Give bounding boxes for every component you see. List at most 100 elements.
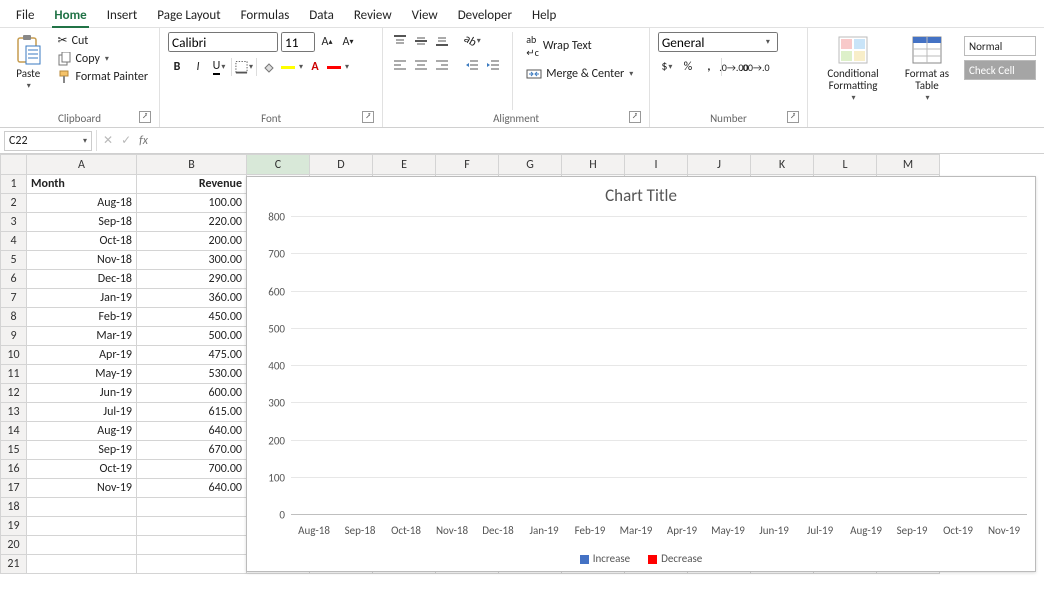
cell-A10[interactable]: Apr-19 xyxy=(27,346,137,365)
cell-B3[interactable]: 220.00 xyxy=(137,213,247,232)
cell-A17[interactable]: Nov-19 xyxy=(27,479,137,498)
increase-indent-button[interactable] xyxy=(484,56,502,74)
cell-B8[interactable]: 450.00 xyxy=(137,308,247,327)
row-header-6[interactable]: 6 xyxy=(1,270,27,289)
menu-tab-formulas[interactable]: Formulas xyxy=(231,4,300,27)
legend-increase[interactable]: Increase xyxy=(580,552,630,565)
row-header-17[interactable]: 17 xyxy=(1,479,27,498)
legend-decrease[interactable]: Decrease xyxy=(648,552,702,565)
cell-A15[interactable]: Sep-19 xyxy=(27,441,137,460)
align-top-button[interactable] xyxy=(391,32,409,50)
cell-A14[interactable]: Aug-19 xyxy=(27,422,137,441)
cell-B9[interactable]: 500.00 xyxy=(137,327,247,346)
row-header-11[interactable]: 11 xyxy=(1,365,27,384)
orientation-button[interactable]: ab▾ xyxy=(463,32,481,50)
cell-A7[interactable]: Jan-19 xyxy=(27,289,137,308)
cell-B11[interactable]: 530.00 xyxy=(137,365,247,384)
cell-A20[interactable] xyxy=(27,536,137,555)
dialog-launcher-icon[interactable]: ⭷ xyxy=(629,111,641,123)
align-center-button[interactable] xyxy=(412,56,430,74)
row-header-16[interactable]: 16 xyxy=(1,460,27,479)
menu-tab-data[interactable]: Data xyxy=(299,4,344,27)
cell-A11[interactable]: May-19 xyxy=(27,365,137,384)
cell-B6[interactable]: 290.00 xyxy=(137,270,247,289)
bold-button[interactable]: B xyxy=(168,58,186,76)
cell-B18[interactable] xyxy=(137,498,247,517)
chart-title[interactable]: Chart Title xyxy=(247,177,1035,208)
copy-button[interactable]: Copy ▾ xyxy=(55,51,152,67)
decrease-font-button[interactable]: A▾ xyxy=(339,33,357,51)
font-color-dd[interactable]: ▾ xyxy=(345,62,349,72)
menu-tab-page-layout[interactable]: Page Layout xyxy=(147,4,230,27)
col-header-F[interactable]: F xyxy=(436,155,499,175)
font-size-combo[interactable] xyxy=(281,32,315,52)
enter-formula-icon[interactable]: ✓ xyxy=(121,133,131,148)
row-header-15[interactable]: 15 xyxy=(1,441,27,460)
cell-B16[interactable]: 700.00 xyxy=(137,460,247,479)
cell-B1[interactable]: Revenue xyxy=(137,175,247,194)
cell-B15[interactable]: 670.00 xyxy=(137,441,247,460)
italic-button[interactable]: I xyxy=(189,58,207,76)
align-middle-button[interactable] xyxy=(412,32,430,50)
col-header-M[interactable]: M xyxy=(877,155,940,175)
col-header-L[interactable]: L xyxy=(814,155,877,175)
row-header-5[interactable]: 5 xyxy=(1,251,27,270)
cell-A6[interactable]: Dec-18 xyxy=(27,270,137,289)
cell-A13[interactable]: Jul-19 xyxy=(27,403,137,422)
borders-button[interactable]: ▾ xyxy=(235,58,253,76)
col-header-B[interactable]: B xyxy=(137,155,247,175)
increase-font-button[interactable]: A▴ xyxy=(318,33,336,51)
row-header-19[interactable]: 19 xyxy=(1,517,27,536)
fill-color-dd[interactable]: ▾ xyxy=(299,62,303,72)
font-color-button[interactable]: A xyxy=(306,58,324,76)
dialog-launcher-icon[interactable]: ⭷ xyxy=(362,111,374,123)
cell-A9[interactable]: Mar-19 xyxy=(27,327,137,346)
cell-B13[interactable]: 615.00 xyxy=(137,403,247,422)
menu-tab-help[interactable]: Help xyxy=(522,4,566,27)
align-right-button[interactable] xyxy=(433,56,451,74)
cell-A21[interactable] xyxy=(27,555,137,574)
row-header-7[interactable]: 7 xyxy=(1,289,27,308)
cut-button[interactable]: ✂ Cut xyxy=(55,32,152,49)
cell-A1[interactable]: Month xyxy=(27,175,137,194)
col-header-G[interactable]: G xyxy=(499,155,562,175)
format-painter-button[interactable]: Format Painter xyxy=(55,69,152,85)
menu-tab-insert[interactable]: Insert xyxy=(97,4,148,27)
cell-A2[interactable]: Aug-18 xyxy=(27,194,137,213)
col-header-C[interactable]: C xyxy=(247,155,310,175)
accounting-format-button[interactable]: $▾ xyxy=(658,58,676,76)
underline-button[interactable]: U▾ xyxy=(210,58,228,76)
decrease-indent-button[interactable] xyxy=(463,56,481,74)
cell-B12[interactable]: 600.00 xyxy=(137,384,247,403)
wrap-text-button[interactable]: ab↵c Wrap Text xyxy=(523,32,636,60)
cell-A16[interactable]: Oct-19 xyxy=(27,460,137,479)
menu-tab-developer[interactable]: Developer xyxy=(448,4,522,27)
select-all-corner[interactable] xyxy=(1,155,27,175)
fill-color-button[interactable] xyxy=(260,58,278,76)
dialog-launcher-icon[interactable]: ⭷ xyxy=(787,111,799,123)
col-header-A[interactable]: A xyxy=(27,155,137,175)
row-header-10[interactable]: 10 xyxy=(1,346,27,365)
col-header-K[interactable]: K xyxy=(751,155,814,175)
legend[interactable]: Increase Decrease xyxy=(247,552,1035,565)
number-format-combo[interactable] xyxy=(658,32,778,52)
menu-tab-view[interactable]: View xyxy=(402,4,448,27)
row-header-13[interactable]: 13 xyxy=(1,403,27,422)
merge-center-button[interactable]: Merge & Center ▾ xyxy=(523,66,636,82)
row-header-2[interactable]: 2 xyxy=(1,194,27,213)
align-left-button[interactable] xyxy=(391,56,409,74)
cell-A8[interactable]: Feb-19 xyxy=(27,308,137,327)
menu-tab-review[interactable]: Review xyxy=(344,4,402,27)
cell-style-normal[interactable]: Normal xyxy=(964,36,1036,56)
cell-B7[interactable]: 360.00 xyxy=(137,289,247,308)
row-header-20[interactable]: 20 xyxy=(1,536,27,555)
cell-style-check[interactable]: Check Cell xyxy=(964,60,1036,80)
row-header-4[interactable]: 4 xyxy=(1,232,27,251)
formula-input[interactable] xyxy=(154,131,1044,151)
cell-B20[interactable] xyxy=(137,536,247,555)
conditional-formatting-button[interactable]: Conditional Formatting▾ xyxy=(816,32,890,103)
cell-B4[interactable]: 200.00 xyxy=(137,232,247,251)
menu-tab-home[interactable]: Home xyxy=(44,4,96,27)
cell-A12[interactable]: Jun-19 xyxy=(27,384,137,403)
row-header-14[interactable]: 14 xyxy=(1,422,27,441)
